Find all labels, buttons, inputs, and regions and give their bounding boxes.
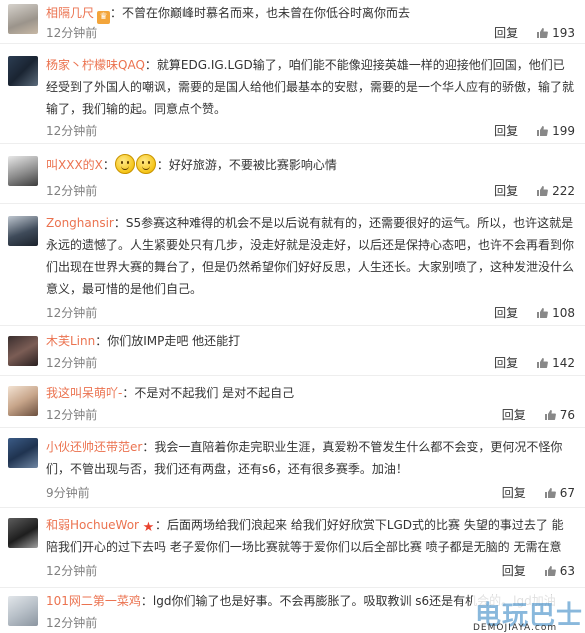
comment-item: Zonghansir：S5参赛这种难得的机会不是以后说有就有的，还需要很好的运气… xyxy=(0,204,585,326)
like-count: 193 xyxy=(552,26,575,40)
thumbs-up-icon xyxy=(544,488,556,498)
comment-item: 我这叫呆萌吖-：不是对不起我们 是对不起自己 12分钟前 回复 76 xyxy=(0,376,585,428)
comment-time: 12分钟前 xyxy=(46,408,98,422)
username-link[interactable]: 和弱HochueWor xyxy=(46,518,139,532)
avatar[interactable] xyxy=(8,518,38,548)
star-badge-icon: ★ xyxy=(142,520,155,535)
like-button[interactable]: 193 xyxy=(536,26,575,40)
comment-item: 小伙还帅还带范er：我会一直陪着你走完职业生涯，真爱粉不管发生什么都不会变，更何… xyxy=(0,428,585,508)
comment-feed: 相隔几尺 ♛ ：不曾在你巅峰时慕名而来，也未曾在你低谷时离你而去 12分钟前 回复 1… xyxy=(0,0,585,633)
comment-text: ：你们放IMP走吧 他还能打 xyxy=(95,334,241,348)
reply-button[interactable]: 回复 xyxy=(494,184,518,198)
like-button[interactable]: 67 xyxy=(544,486,575,500)
avatar[interactable] xyxy=(8,216,38,246)
like-count: 222 xyxy=(552,184,575,198)
like-button[interactable]: 142 xyxy=(536,356,575,370)
comment-time: 12分钟前 xyxy=(46,616,98,630)
like-button[interactable]: 63 xyxy=(544,564,575,578)
comment-item: 叫XXX的X： ：好好旅游，不要被比赛影响心情 12分钟前 回复 222 xyxy=(0,144,585,204)
username-link[interactable]: 我这叫呆萌吖- xyxy=(46,386,122,400)
like-count: 142 xyxy=(552,356,575,370)
username-link[interactable]: Zonghansir xyxy=(46,216,114,230)
comment-time: 12分钟前 xyxy=(46,184,98,198)
reply-button[interactable]: 回复 xyxy=(494,124,518,138)
thumbs-up-icon xyxy=(537,186,549,196)
thumbs-up-icon xyxy=(537,308,549,318)
reply-button[interactable]: 回复 xyxy=(502,486,526,500)
comment-colon: ： xyxy=(102,158,115,172)
reply-button[interactable]: 回复 xyxy=(494,306,518,320)
username-link[interactable]: 小伙还帅还带范er xyxy=(46,440,142,454)
avatar[interactable] xyxy=(8,56,38,86)
avatar[interactable] xyxy=(8,438,38,468)
comment-time: 12分钟前 xyxy=(46,26,98,40)
comment-time: 12分钟前 xyxy=(46,564,98,578)
like-button[interactable]: 108 xyxy=(536,306,575,320)
like-count: 199 xyxy=(552,124,575,138)
watermark-url: DEMOJIAYA.com xyxy=(473,623,558,633)
reply-button[interactable]: 回复 xyxy=(502,408,526,422)
comment-text: ：S5参赛这种难得的机会不是以后说有就有的，还需要很好的运气。所以，也许这就是永… xyxy=(46,216,575,296)
reply-button[interactable]: 回复 xyxy=(494,356,518,370)
thumbs-up-icon xyxy=(537,28,549,38)
comment-text: ：不曾在你巅峰时慕名而来，也未曾在你低谷时离你而去 xyxy=(110,6,411,20)
thumbs-up-icon xyxy=(537,358,549,368)
comment-time: 12分钟前 xyxy=(46,356,98,370)
avatar[interactable] xyxy=(8,596,38,626)
like-count: 108 xyxy=(552,306,575,320)
comment-time: 12分钟前 xyxy=(46,124,98,138)
like-count: 63 xyxy=(559,564,575,578)
comment-time: 9分钟前 xyxy=(46,486,90,500)
like-count: 67 xyxy=(559,486,575,500)
like-button[interactable]: 222 xyxy=(536,184,575,198)
comment-text: ：好好旅游，不要被比赛影响心情 xyxy=(156,158,337,172)
thumbs-up-icon xyxy=(537,126,549,136)
username-link[interactable]: 相隔几尺 xyxy=(46,6,94,20)
comment-item: 木芙Linn：你们放IMP走吧 他还能打 12分钟前 回复 142 xyxy=(0,326,585,376)
like-count: 76 xyxy=(559,408,575,422)
username-link[interactable]: 叫XXX的X xyxy=(46,158,103,172)
smiley-emoji-icon xyxy=(135,154,156,174)
comment-item: 和弱HochueWor ★：后面两场给我们浪起来 给我们好好欣赏下LGD式的比赛 … xyxy=(0,508,585,588)
like-button[interactable]: 76 xyxy=(544,408,575,422)
site-watermark: 电玩巴士 DEMOJIAYA.com xyxy=(473,595,585,633)
thumbs-up-icon xyxy=(544,410,556,420)
username-link[interactable]: 101网二第一菜鸡 xyxy=(46,594,141,608)
avatar[interactable] xyxy=(8,4,38,34)
thumbs-up-icon xyxy=(544,566,556,576)
vip-badge-icon: ♛ xyxy=(97,11,111,24)
reply-button[interactable]: 回复 xyxy=(494,26,518,40)
username-link[interactable]: 木芙Linn xyxy=(46,334,95,348)
username-link[interactable]: 杨家丶柠檬味QAQ xyxy=(46,58,145,72)
comment-text: ：不是对不起我们 是对不起自己 xyxy=(122,386,295,400)
avatar[interactable] xyxy=(8,156,38,186)
avatar[interactable] xyxy=(8,386,38,416)
comment-item: 相隔几尺 ♛ ：不曾在你巅峰时慕名而来，也未曾在你低谷时离你而去 12分钟前 回复 1… xyxy=(0,0,585,44)
smiley-emoji-icon xyxy=(114,154,135,174)
avatar[interactable] xyxy=(8,336,38,366)
reply-button[interactable]: 回复 xyxy=(502,564,526,578)
like-button[interactable]: 199 xyxy=(536,124,575,138)
comment-item: 杨家丶柠檬味QAQ：就算EDG.IG.LGD输了，咱们能不能像迎接英雄一样的迎接… xyxy=(0,44,585,144)
comment-time: 12分钟前 xyxy=(46,306,98,320)
